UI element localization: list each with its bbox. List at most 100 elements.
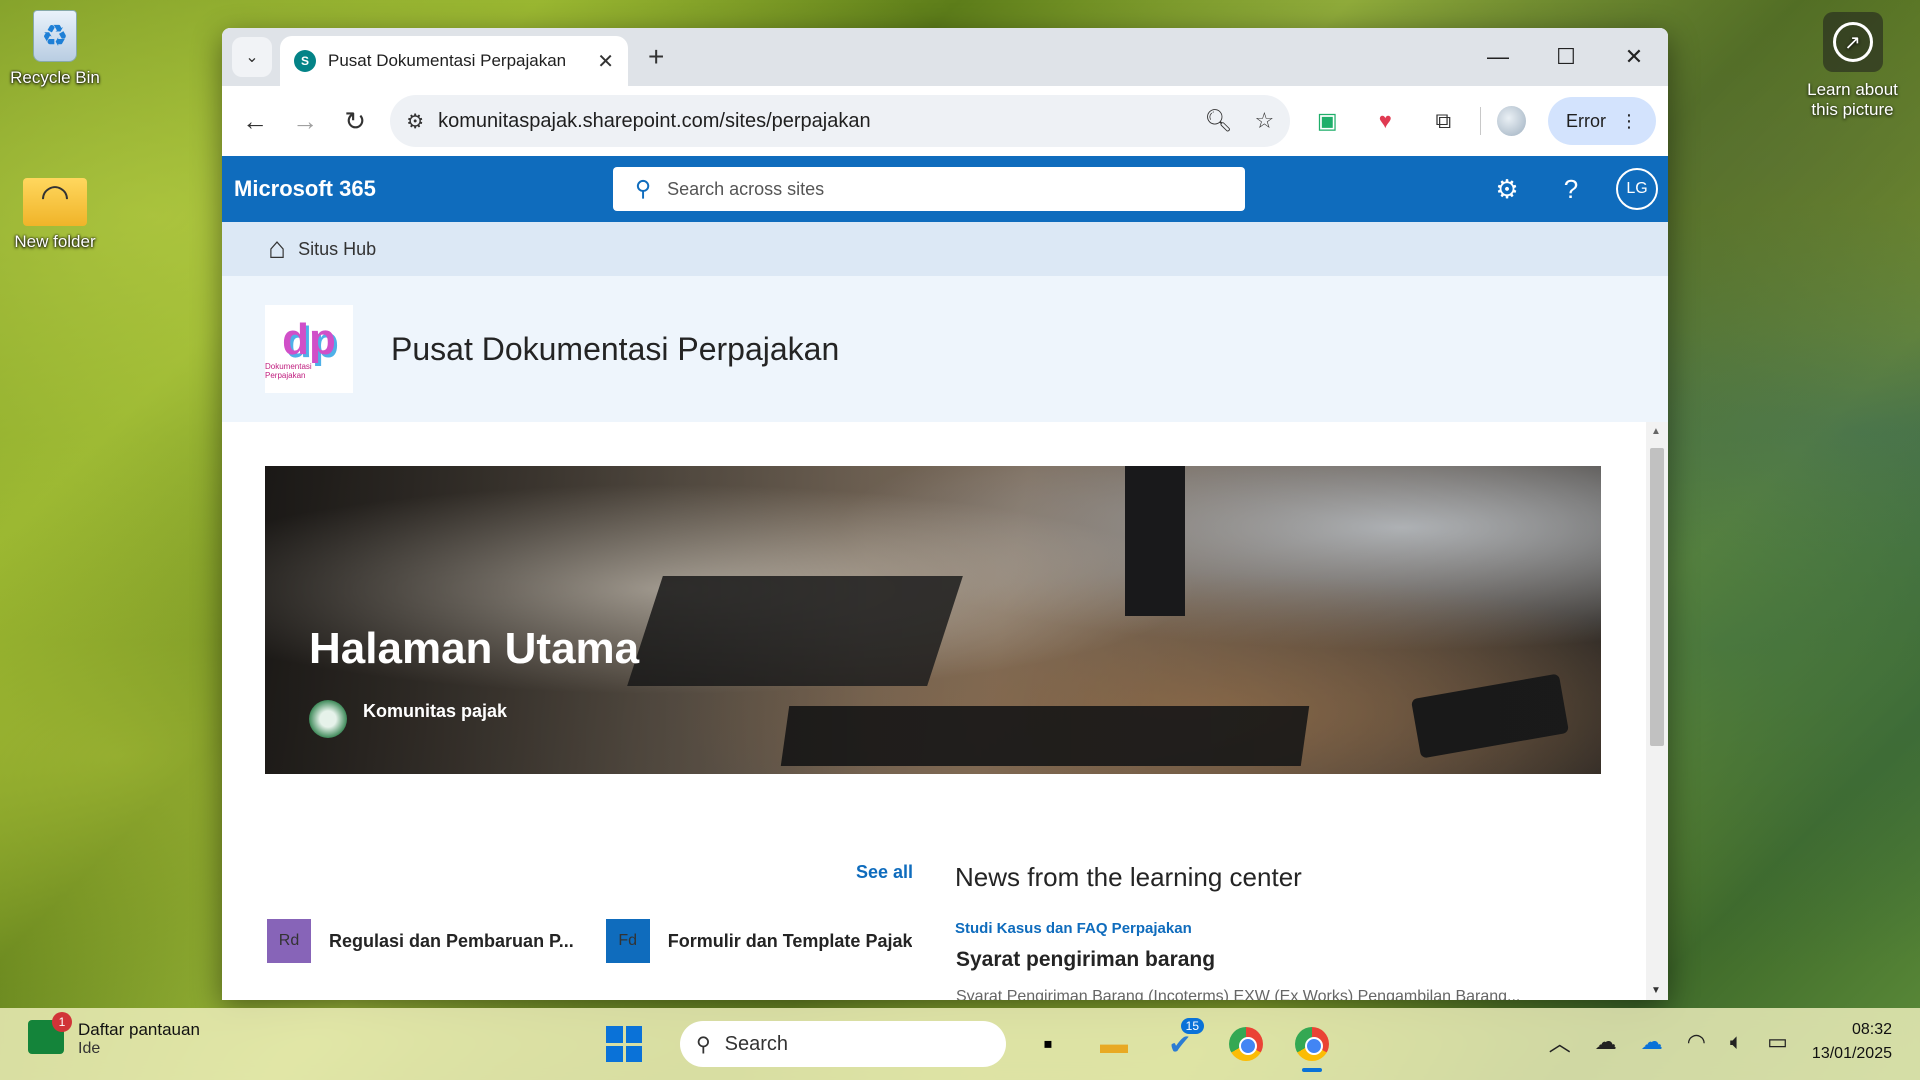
translate-extension-icon[interactable]: ▣ <box>1306 99 1348 143</box>
error-profile-button[interactable]: Error ⋮ <box>1548 97 1656 145</box>
close-window-button[interactable]: ✕ <box>1600 28 1668 86</box>
search-icon: ⚲ <box>635 176 652 201</box>
browser-toolbar: ← → ↻ ⚙ komunitaspajak.sharepoint.com/si… <box>222 86 1668 156</box>
taskbar: 1 Daftar pantauan Ide ⚲ Search ▪ ▬ ✔ 15 … <box>0 1008 1920 1080</box>
windows-start-icon[interactable] <box>606 1026 642 1062</box>
volume-icon[interactable]: 🔈︎ <box>1730 1029 1743 1055</box>
zoom-icon[interactable]: 🔍︎ <box>1205 108 1233 134</box>
site-logo[interactable]: dp Dokumentasi Perpajakan <box>265 305 353 393</box>
system-tray: ︿ ☁ ☁ ◠ 🔈︎ ▭ 08:32 13/01/2025 <box>1549 1018 1892 1066</box>
see-all-link[interactable]: See all <box>856 862 913 883</box>
desktop-icon-label: New folder <box>14 232 96 251</box>
desktop-icon-new-folder[interactable]: New folder <box>0 172 110 252</box>
cloud-error-icon[interactable]: ☁ <box>1595 1029 1617 1055</box>
toolbar-separator <box>1480 107 1482 135</box>
tab-strip: ⌄ S Pusat Dokumentasi Perpajakan ✕ + — ☐… <box>222 28 1668 86</box>
clock[interactable]: 08:32 13/01/2025 <box>1812 1018 1892 1066</box>
tab-search-button[interactable]: ⌄ <box>232 37 272 77</box>
hub-navigation: ⌂ Situs Hub <box>222 222 1668 276</box>
news-category[interactable]: Studi Kasus dan FAQ Perpajakan <box>955 920 1192 937</box>
browser-window: ⌄ S Pusat Dokumentasi Perpajakan ✕ + — ☐… <box>222 28 1668 1000</box>
camera-icon: ↗ <box>1822 12 1883 72</box>
chrome-profile-1-icon[interactable] <box>1222 1016 1270 1072</box>
taskbar-search-label: Search <box>724 1032 789 1055</box>
hub-site-link[interactable]: Situs Hub <box>298 239 376 260</box>
site-header: dp Dokumentasi Perpajakan Pusat Dokument… <box>222 276 1668 422</box>
clock-time: 08:32 <box>1851 1021 1892 1038</box>
task-view-icon[interactable]: ▪ <box>1024 1016 1072 1072</box>
taskbar-search[interactable]: ⚲ Search <box>680 1021 1006 1067</box>
desktop-icon-recycle-bin[interactable]: Recycle Bin <box>0 10 110 88</box>
scroll-down-icon[interactable]: ▼ <box>1651 985 1661 996</box>
watchlist-title: Daftar pantauan <box>78 1020 200 1039</box>
page-content: Halaman Utama Komunitas pajak See all Rd… <box>222 422 1668 1000</box>
todo-badge: 15 <box>1180 1018 1204 1034</box>
quick-link[interactable]: Fd Formulir dan Template Pajak <box>605 919 913 963</box>
search-placeholder: Search across sites <box>667 178 825 199</box>
file-explorer-icon[interactable]: ▬ <box>1090 1016 1138 1072</box>
recycle-bin-icon <box>33 10 77 62</box>
page-scrollbar[interactable]: ▲ ▼ <box>1646 422 1668 1000</box>
battery-icon[interactable]: ▭ <box>1767 1029 1788 1055</box>
search-icon: ⚲ <box>696 1033 711 1056</box>
site-logo-caption: Dokumentasi Perpajakan <box>265 362 312 380</box>
help-icon[interactable]: ? <box>1552 174 1590 205</box>
m365-suite-bar: Microsoft 365 ⚲ Search across sites ⚙ ? … <box>222 156 1668 222</box>
maximize-button[interactable]: ☐ <box>1532 28 1600 86</box>
site-title[interactable]: Pusat Dokumentasi Perpajakan <box>391 331 839 368</box>
learn-about-label: Learn about this picture <box>1807 80 1898 119</box>
clock-date: 13/01/2025 <box>1811 1045 1892 1062</box>
news-title[interactable]: Syarat pengiriman barang <box>956 948 1215 972</box>
tab-active[interactable]: S Pusat Dokumentasi Perpajakan ✕ <box>280 36 628 86</box>
profile-avatar[interactable] <box>1497 106 1526 136</box>
hero-banner[interactable]: Halaman Utama Komunitas pajak <box>265 466 1601 774</box>
sp-search-box[interactable]: ⚲ Search across sites <box>613 167 1245 211</box>
chrome-profile-2-icon[interactable] <box>1288 1016 1336 1072</box>
home-icon[interactable]: ⌂ <box>268 232 286 266</box>
hero-author: Komunitas pajak <box>309 700 507 738</box>
watchlist-badge: 1 <box>52 1012 72 1032</box>
taskbar-apps: ⚲ Search ▪ ▬ ✔ 15 <box>606 1016 1336 1072</box>
address-bar[interactable]: ⚙ komunitaspajak.sharepoint.com/sites/pe… <box>390 95 1291 147</box>
watchlist-subtitle: Ide <box>78 1040 101 1057</box>
extensions-puzzle-icon[interactable]: ⧉ <box>1422 99 1464 143</box>
settings-gear-icon[interactable]: ⚙ <box>1488 174 1526 205</box>
forward-button[interactable]: → <box>284 99 326 143</box>
chevron-up-icon[interactable]: ︿ <box>1549 1026 1571 1058</box>
stocks-icon: 1 <box>28 1012 72 1054</box>
error-label: Error <box>1566 110 1606 131</box>
quick-links: Rd Regulasi dan Pembaruan P... Fd Formul… <box>267 919 912 963</box>
window-controls: — ☐ ✕ <box>1464 28 1668 86</box>
quick-link-badge: Fd <box>605 919 650 963</box>
news-snippet: Syarat Pengiriman Barang (Incoterms) EXW… <box>956 988 1521 1000</box>
author-avatar <box>309 700 347 738</box>
watchlist-widget[interactable]: 1 Daftar pantauan Ide <box>28 1012 200 1058</box>
hero-title: Halaman Utama <box>309 624 640 673</box>
tab-close-icon[interactable]: ✕ <box>597 49 614 74</box>
onedrive-icon[interactable]: ☁ <box>1641 1029 1663 1055</box>
tab-title: Pusat Dokumentasi Perpajakan <box>328 51 567 70</box>
reload-button[interactable]: ↻ <box>334 99 376 143</box>
quick-link-label: Formulir dan Template Pajak <box>667 930 913 951</box>
user-avatar[interactable]: LG <box>1616 168 1658 210</box>
learn-about-picture[interactable]: ↗ Learn about this picture <box>1795 12 1910 120</box>
quick-link[interactable]: Rd Regulasi dan Pembaruan P... <box>267 919 574 963</box>
quick-link-badge: Rd <box>267 919 311 963</box>
scroll-up-icon[interactable]: ▲ <box>1651 426 1661 437</box>
pocket-extension-icon[interactable]: ♥ <box>1364 99 1406 143</box>
wifi-icon[interactable]: ◠ <box>1687 1029 1706 1055</box>
author-name: Komunitas pajak <box>363 700 508 721</box>
scrollbar-thumb[interactable] <box>1650 448 1664 746</box>
bookmark-star-icon[interactable]: ☆ <box>1254 108 1274 134</box>
minimize-button[interactable]: — <box>1464 28 1532 86</box>
url-text[interactable]: komunitaspajak.sharepoint.com/sites/perp… <box>438 110 1182 133</box>
todo-icon[interactable]: ✔ 15 <box>1156 1016 1204 1072</box>
m365-brand[interactable]: Microsoft 365 <box>234 176 376 202</box>
new-tab-button[interactable]: + <box>648 41 664 73</box>
back-button[interactable]: ← <box>234 99 276 143</box>
more-menu-icon: ⋮ <box>1620 110 1638 131</box>
quick-link-label: Regulasi dan Pembaruan P... <box>329 930 574 951</box>
site-logo-mark: dp <box>282 315 336 364</box>
site-info-icon[interactable]: ⚙ <box>406 109 424 134</box>
folder-icon <box>23 178 87 226</box>
